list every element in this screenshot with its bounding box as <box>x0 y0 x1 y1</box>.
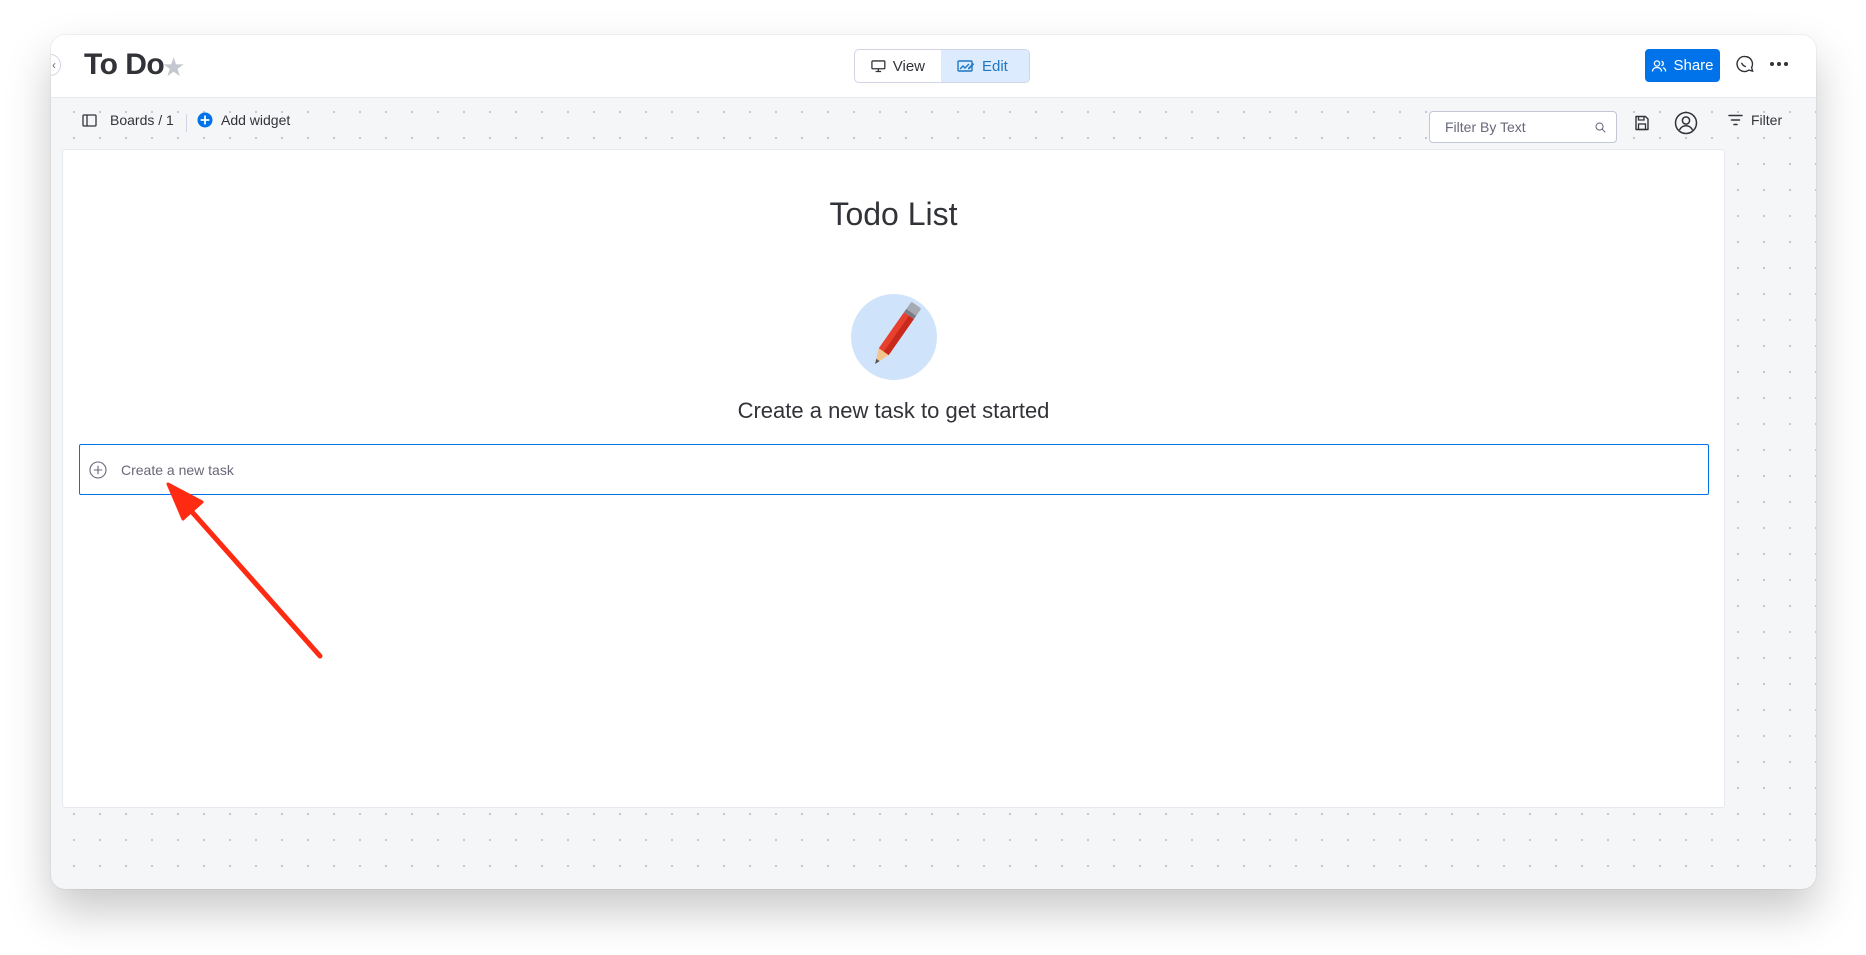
share-button-label: Share <box>1673 57 1714 74</box>
filter-button[interactable]: Filter <box>1728 112 1782 128</box>
chevron-left-icon[interactable]: ‹ <box>51 54 61 76</box>
empty-state-message: Create a new task to get started <box>737 398 1050 423</box>
boards-label: Boards / 1 <box>110 112 174 128</box>
view-edit-toggle: View Edit <box>854 49 1030 83</box>
dashboard-toolbar: Boards / 1 Add widget Filter By Text Fil… <box>51 98 1816 148</box>
chat-icon[interactable] <box>1734 53 1756 75</box>
star-icon[interactable]: ★ <box>162 52 185 83</box>
edit-mode-button[interactable]: Edit <box>941 50 1029 82</box>
add-widget-label: Add widget <box>221 112 291 128</box>
filter-input[interactable] <box>1445 119 1595 135</box>
boards-selector[interactable]: Boards / 1 <box>82 112 174 128</box>
plus-circle-icon <box>197 112 213 128</box>
view-mode-label: View <box>892 57 925 75</box>
filter-icon <box>1728 114 1743 126</box>
app-window: ‹ To Do ★ View Edit Share Boards / 1 Add… <box>51 35 1816 889</box>
plus-icon[interactable] <box>89 460 107 479</box>
board-header: ‹ To Do ★ View Edit Share <box>51 35 1816 98</box>
add-widget-button[interactable]: Add widget <box>197 112 290 128</box>
monitor-icon <box>871 60 886 73</box>
new-task-row[interactable] <box>79 444 1709 495</box>
chart-edit-icon <box>957 60 975 72</box>
users-icon <box>1652 59 1667 72</box>
pencil-icon <box>851 294 937 380</box>
share-button[interactable]: Share <box>1645 49 1720 82</box>
board-title[interactable]: To Do <box>84 48 165 82</box>
search-icon <box>1595 122 1606 132</box>
todo-widget: Todo List Create a new task to get start… <box>62 149 1725 808</box>
view-mode-button[interactable]: View <box>855 50 941 82</box>
toolbar-divider <box>186 114 187 132</box>
widget-title: Todo List <box>829 196 958 232</box>
person-icon[interactable] <box>1674 111 1698 135</box>
filter-by-text-field[interactable] <box>1429 111 1617 143</box>
save-icon[interactable] <box>1633 114 1651 132</box>
more-icon[interactable] <box>1767 53 1791 75</box>
filter-label: Filter <box>1751 112 1783 128</box>
sidebar-icon <box>82 113 97 127</box>
edit-mode-label: Edit <box>982 57 1008 75</box>
new-task-input[interactable] <box>121 461 721 478</box>
